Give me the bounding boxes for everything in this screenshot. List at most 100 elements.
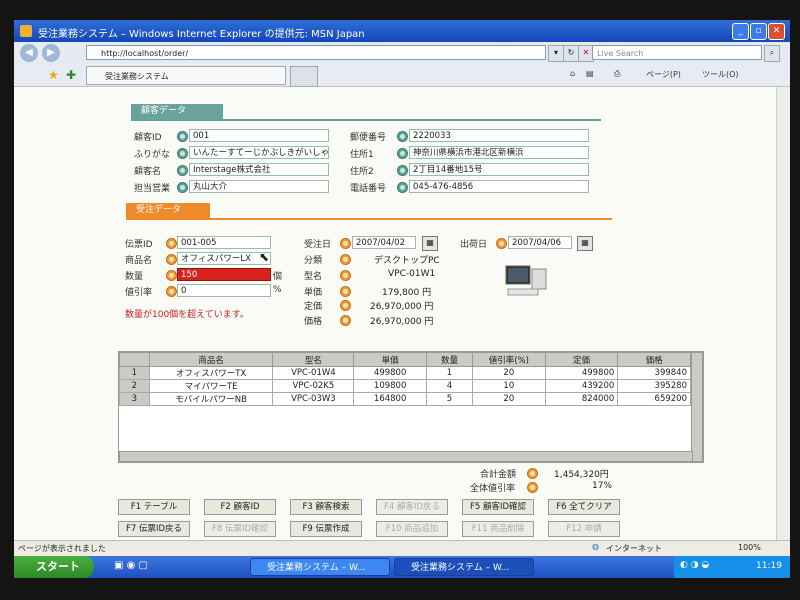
order-date-label: 受注日 xyxy=(304,240,332,250)
add-favorite-icon[interactable]: ✚ xyxy=(66,68,76,82)
status-text: ページが表示されました xyxy=(18,544,106,553)
f3-button[interactable]: F3 顧客検索 xyxy=(290,499,362,515)
page-scrollbar[interactable] xyxy=(776,87,790,540)
table-cell[interactable]: 20 xyxy=(472,392,546,406)
f1-button[interactable]: F1 テーブル xyxy=(118,499,190,515)
table-row[interactable]: 3 モバイルパワーNB VPC-03W3 164800 5 20 824000 … xyxy=(119,392,691,406)
column-header[interactable]: 定価 xyxy=(544,352,619,367)
quantity-label: 数量 xyxy=(125,272,144,282)
table-cell[interactable]: 10 xyxy=(472,379,546,393)
unit-price-label: 単価 xyxy=(304,288,323,298)
table-cell[interactable]: 395280 xyxy=(617,379,691,393)
search-icon[interactable]: ⌕ xyxy=(764,45,780,62)
taskbar-item[interactable]: 受注業務システム – W... xyxy=(250,558,390,576)
table-cell[interactable]: 20 xyxy=(472,366,546,380)
table-cell[interactable]: オフィスパワーTX xyxy=(148,366,274,380)
column-header[interactable]: 価格 xyxy=(617,352,691,367)
f4-button[interactable]: F4 顧客ID戻る xyxy=(376,499,448,515)
customer-section-line xyxy=(131,119,601,121)
address-dropdown-icon[interactable]: ▾ xyxy=(548,45,564,62)
start-button[interactable]: スタート xyxy=(14,556,94,578)
table-cell[interactable]: 824000 xyxy=(544,392,619,406)
table-cell[interactable]: 499800 xyxy=(353,366,427,380)
f9-button[interactable]: F9 伝票作成 xyxy=(290,521,362,537)
quantity-field[interactable]: 150 xyxy=(177,268,271,281)
search-input[interactable]: Live Search xyxy=(592,45,762,60)
minimize-button[interactable]: _ xyxy=(732,23,749,40)
table-cell[interactable]: VPC-01W4 xyxy=(272,366,355,380)
column-header[interactable]: 単価 xyxy=(353,352,427,367)
tab-current[interactable]: 受注業務システム xyxy=(86,66,286,85)
print-icon[interactable]: ⎙ xyxy=(614,69,620,79)
f6-button[interactable]: F6 全てクリア xyxy=(548,499,620,515)
taskbar-item-active[interactable]: 受注業務システム – W... xyxy=(394,558,534,576)
url-input[interactable]: http://localhost/order/ xyxy=(86,45,546,60)
table-cell[interactable]: 5 xyxy=(425,392,474,406)
home-icon[interactable]: ⌂ xyxy=(570,69,575,78)
unit-price-value: 179,800 円 xyxy=(382,288,432,298)
tray-icons[interactable]: ◐ ◑ ◒ xyxy=(680,560,709,570)
page-menu[interactable]: ページ(P) xyxy=(646,69,681,80)
table-cell[interactable]: 499800 xyxy=(544,366,619,380)
calendar-icon[interactable]: ▦ xyxy=(422,236,438,251)
zoom-level[interactable]: 100% xyxy=(738,543,761,552)
discount-field[interactable]: 0 xyxy=(177,284,271,297)
column-header[interactable]: 型名 xyxy=(272,352,355,367)
furigana-field[interactable]: いんたーすてーじかぶしきがいしゃ xyxy=(189,146,329,159)
favorites-star-icon[interactable]: ★ xyxy=(48,68,59,82)
phone-label: 電話番号 xyxy=(350,184,387,194)
customer-id-field[interactable]: 001 xyxy=(189,129,329,142)
table-cell[interactable]: 1 xyxy=(425,366,474,380)
customer-name-field[interactable]: Interstage株式会社 xyxy=(189,163,329,176)
f12-button[interactable]: F12 申請 xyxy=(548,521,620,537)
grid-vertical-scrollbar[interactable] xyxy=(691,352,703,462)
sales-rep-field[interactable]: 丸山大介 xyxy=(189,180,329,193)
back-button[interactable]: ◀ xyxy=(20,44,38,62)
tools-menu[interactable]: ツール(O) xyxy=(702,69,739,80)
customer-name-icon xyxy=(177,165,188,176)
table-cell[interactable]: 399840 xyxy=(617,366,691,380)
table-cell[interactable]: 439200 xyxy=(544,379,619,393)
product-field[interactable]: オフィスパワーLX xyxy=(177,252,271,265)
grid-horizontal-scrollbar[interactable] xyxy=(119,451,693,462)
category-value: デスクトップPC xyxy=(374,256,440,266)
ship-date-field[interactable]: 2007/04/06 xyxy=(508,236,572,249)
table-cell[interactable]: VPC-02K5 xyxy=(272,379,355,393)
forward-button[interactable]: ▶ xyxy=(42,44,60,62)
column-header[interactable]: 数量 xyxy=(425,352,474,367)
address2-field[interactable]: 2丁目14番地15号 xyxy=(409,163,589,176)
address1-field[interactable]: 神奈川県横浜市港北区新横浜 xyxy=(409,146,589,159)
table-row[interactable]: 2 マイパワーTE VPC-02K5 109800 4 10 439200 39… xyxy=(119,379,691,393)
order-date-field[interactable]: 2007/04/02 xyxy=(352,236,416,249)
column-header[interactable]: 値引率(%) xyxy=(472,352,546,367)
f10-button[interactable]: F10 商品追加 xyxy=(376,521,448,537)
f11-button[interactable]: F11 商品削除 xyxy=(462,521,534,537)
clock: 11:19 xyxy=(756,561,782,571)
column-header[interactable]: 商品名 xyxy=(148,352,274,367)
overall-discount-icon xyxy=(527,482,538,493)
table-cell[interactable]: 109800 xyxy=(353,379,427,393)
new-tab-button[interactable] xyxy=(290,66,318,87)
feeds-icon[interactable]: ▤ xyxy=(586,69,594,78)
quick-launch-icon[interactable]: ▣ ◉ ▢ xyxy=(114,560,148,571)
f7-button[interactable]: F7 伝票ID戻る xyxy=(118,521,190,537)
postal-code-field[interactable]: 2220033 xyxy=(409,129,589,142)
maximize-button[interactable]: ▫ xyxy=(750,23,767,40)
table-cell[interactable]: マイパワーTE xyxy=(148,379,274,393)
f8-button[interactable]: F8 伝票ID確認 xyxy=(204,521,276,537)
f2-button[interactable]: F2 顧客ID xyxy=(204,499,276,515)
furigana-icon xyxy=(177,148,188,159)
table-row[interactable]: 1 オフィスパワーTX VPC-01W4 499800 1 20 499800 … xyxy=(119,366,691,380)
table-cell[interactable]: 164800 xyxy=(353,392,427,406)
close-button[interactable]: ✕ xyxy=(768,23,785,40)
column-header[interactable] xyxy=(119,352,150,367)
phone-field[interactable]: 045-476-4856 xyxy=(409,180,589,193)
table-cell[interactable]: モバイルパワーNB xyxy=(148,392,274,406)
refresh-icon[interactable]: ↻ xyxy=(563,45,579,62)
table-cell[interactable]: 659200 xyxy=(617,392,691,406)
table-cell[interactable]: 4 xyxy=(425,379,474,393)
slip-id-field[interactable]: 001-005 xyxy=(177,236,271,249)
calendar-icon[interactable]: ▦ xyxy=(577,236,593,251)
f5-button[interactable]: F5 顧客ID確認 xyxy=(462,499,534,515)
table-cell[interactable]: VPC-03W3 xyxy=(272,392,355,406)
